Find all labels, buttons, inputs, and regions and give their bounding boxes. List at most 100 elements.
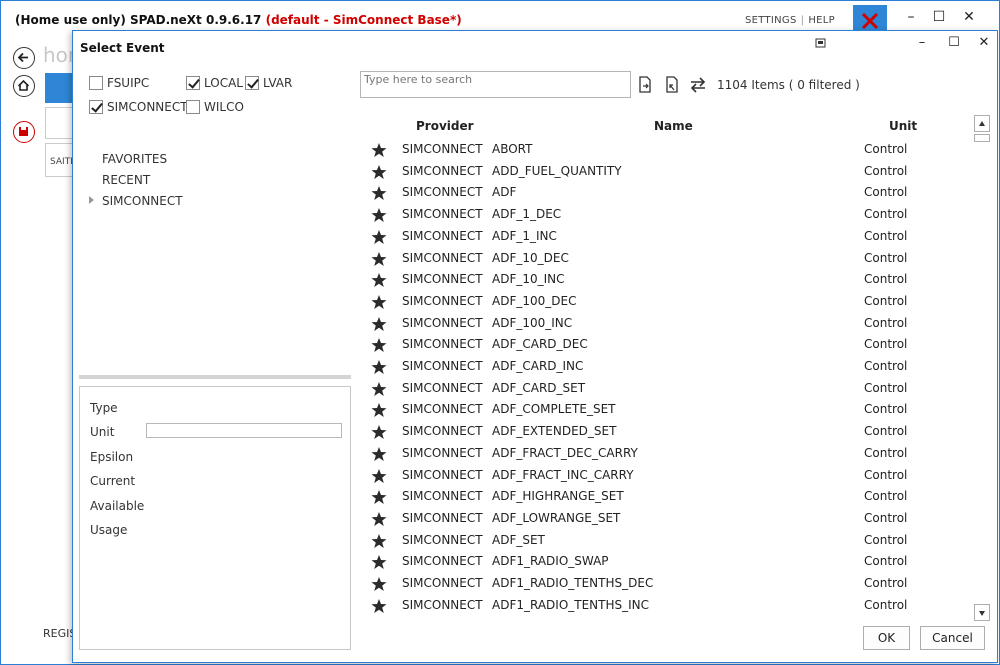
scroll-up-button[interactable]	[974, 115, 990, 132]
dialog-maximize-button[interactable]: ☐	[941, 34, 967, 52]
favorite-star-icon[interactable]	[371, 489, 387, 505]
name-cell: ADF_CARD_SET	[492, 380, 586, 395]
back-arrow-icon[interactable]	[13, 47, 35, 69]
table-row[interactable]: SIMCONNECT ADF Control	[361, 182, 973, 204]
save-icon[interactable]	[13, 121, 35, 143]
table-row[interactable]: SIMCONNECT ADF_1_INC Control	[361, 226, 973, 248]
table-row[interactable]: SIMCONNECT ADF_10_INC Control	[361, 269, 973, 291]
favorite-star-icon[interactable]	[371, 424, 387, 440]
table-row[interactable]: SIMCONNECT ADF1_RADIO_SWAP Control	[361, 551, 973, 573]
table-row[interactable]: SIMCONNECT ADF1_RADIO_TENTHS_DEC Control	[361, 573, 973, 595]
scroll-thumb[interactable]	[974, 134, 990, 142]
provider-cell: SIMCONNECT	[402, 272, 483, 287]
table-row[interactable]: SIMCONNECT ADF_100_DEC Control	[361, 291, 973, 313]
tree-item-recent[interactable]: RECENT	[102, 173, 150, 187]
settings-link[interactable]: SETTINGS	[745, 15, 797, 26]
event-properties-panel: Type Unit Epsilon Current Available Usag…	[79, 386, 351, 650]
table-row[interactable]: SIMCONNECT ADF1_RADIO_TENTHS_INC Control	[361, 595, 973, 617]
favorite-star-icon[interactable]	[371, 359, 387, 375]
white-tile[interactable]	[45, 107, 73, 139]
table-row[interactable]: SIMCONNECT ADF_EXTENDED_SET Control	[361, 421, 973, 443]
search-input[interactable]	[360, 71, 631, 98]
favorite-star-icon[interactable]	[371, 207, 387, 223]
table-row[interactable]: SIMCONNECT ADF_COMPLETE_SET Control	[361, 399, 973, 421]
dialog-minimize-button[interactable]: –	[909, 34, 935, 52]
unit-cell: Control	[864, 510, 908, 525]
name-cell: ADF_100_INC	[492, 315, 573, 330]
column-header-name[interactable]: Name	[654, 119, 693, 133]
table-row[interactable]: SIMCONNECT ADF_100_INC Control	[361, 313, 973, 335]
table-row[interactable]: SIMCONNECT ADF_1_DEC Control	[361, 204, 973, 226]
name-cell: ADF_1_INC	[492, 228, 557, 243]
name-cell: ADF1_RADIO_TENTHS_INC	[492, 597, 650, 612]
table-row[interactable]: SIMCONNECT ADF_LOWRANGE_SET Control	[361, 508, 973, 530]
blue-tile[interactable]	[45, 73, 73, 103]
table-row[interactable]: SIMCONNECT ADF_CARD_INC Control	[361, 356, 973, 378]
checkbox-label: SIMCONNECT	[107, 100, 188, 114]
filter-wilco-checkbox[interactable]: WILCO	[186, 99, 244, 115]
column-header-provider[interactable]: Provider	[416, 119, 474, 133]
favorite-star-icon[interactable]	[371, 511, 387, 527]
favorite-star-icon[interactable]	[371, 142, 387, 158]
favorite-star-icon[interactable]	[371, 185, 387, 201]
column-header-unit[interactable]: Unit	[889, 119, 917, 133]
favorite-star-icon[interactable]	[371, 402, 387, 418]
favorite-star-icon[interactable]	[371, 294, 387, 310]
favorite-star-icon[interactable]	[371, 337, 387, 353]
close-button[interactable]: ✕	[955, 7, 983, 27]
maximize-button[interactable]: ☐	[925, 7, 953, 27]
table-row[interactable]: SIMCONNECT ADF_FRACT_INC_CARRY Control	[361, 465, 973, 487]
favorite-star-icon[interactable]	[371, 272, 387, 288]
ok-button[interactable]: OK	[863, 626, 910, 650]
help-link[interactable]: HELP	[808, 15, 835, 26]
unit-cell: Control	[864, 250, 908, 265]
panel-splitter[interactable]	[79, 375, 351, 379]
checkbox-box	[89, 100, 103, 114]
table-row[interactable]: SIMCONNECT ADF_10_DEC Control	[361, 248, 973, 270]
favorite-star-icon[interactable]	[371, 164, 387, 180]
favorite-star-icon[interactable]	[371, 229, 387, 245]
scroll-down-button[interactable]	[974, 604, 990, 621]
favorite-star-icon[interactable]	[371, 316, 387, 332]
table-row[interactable]: SIMCONNECT ADF_HIGHRANGE_SET Control	[361, 486, 973, 508]
favorite-star-icon[interactable]	[371, 554, 387, 570]
filter-simconnect-checkbox[interactable]: SIMCONNECT	[89, 99, 188, 115]
dialog-close-button[interactable]: ✕	[971, 34, 997, 52]
favorite-star-icon[interactable]	[371, 468, 387, 484]
provider-cell: SIMCONNECT	[402, 467, 483, 482]
filter-local-checkbox[interactable]: LOCAL	[186, 75, 243, 91]
cancel-button[interactable]: Cancel	[920, 626, 985, 650]
favorite-star-icon[interactable]	[371, 598, 387, 614]
expand-arrow-icon[interactable]	[89, 196, 94, 204]
table-row[interactable]: SIMCONNECT ABORT Control	[361, 139, 973, 161]
minimize-button[interactable]: –	[897, 7, 925, 27]
table-row[interactable]: SIMCONNECT ADD_FUEL_QUANTITY Control	[361, 161, 973, 183]
filter-lvar-checkbox[interactable]: LVAR	[245, 75, 292, 91]
table-row[interactable]: SIMCONNECT ADF_CARD_SET Control	[361, 378, 973, 400]
tree-item-simconnect[interactable]: SIMCONNECT	[102, 194, 183, 208]
favorite-star-icon[interactable]	[371, 381, 387, 397]
name-cell: ADF_COMPLETE_SET	[492, 402, 616, 417]
table-row[interactable]: SIMCONNECT ADF_FRACT_DEC_CARRY Control	[361, 443, 973, 465]
pin-icon[interactable]	[815, 37, 829, 51]
favorite-star-icon[interactable]	[371, 446, 387, 462]
checkbox-box	[186, 76, 200, 90]
unit-cell: Control	[864, 207, 908, 222]
table-row[interactable]: SIMCONNECT ADF_CARD_DEC Control	[361, 334, 973, 356]
favorite-star-icon[interactable]	[371, 251, 387, 267]
filter-fsuipc-checkbox[interactable]: FSUIPC	[89, 75, 149, 91]
import-icon[interactable]	[637, 76, 655, 94]
table-scrollbar[interactable]	[974, 115, 990, 622]
unit-field[interactable]	[146, 423, 342, 438]
name-cell: ADF_CARD_DEC	[492, 337, 588, 352]
home-icon[interactable]	[13, 75, 35, 97]
checkbox-box	[89, 76, 103, 90]
favorite-star-icon[interactable]	[371, 533, 387, 549]
table-row[interactable]: SIMCONNECT ADF_SET Control	[361, 530, 973, 552]
favorite-star-icon[interactable]	[371, 576, 387, 592]
swap-arrows-icon[interactable]	[689, 76, 707, 94]
export-icon[interactable]	[664, 76, 682, 94]
saitek-tile[interactable]: SAITE	[45, 143, 73, 177]
checkbox-box	[245, 76, 259, 90]
tree-item-favorites[interactable]: FAVORITES	[102, 152, 167, 166]
